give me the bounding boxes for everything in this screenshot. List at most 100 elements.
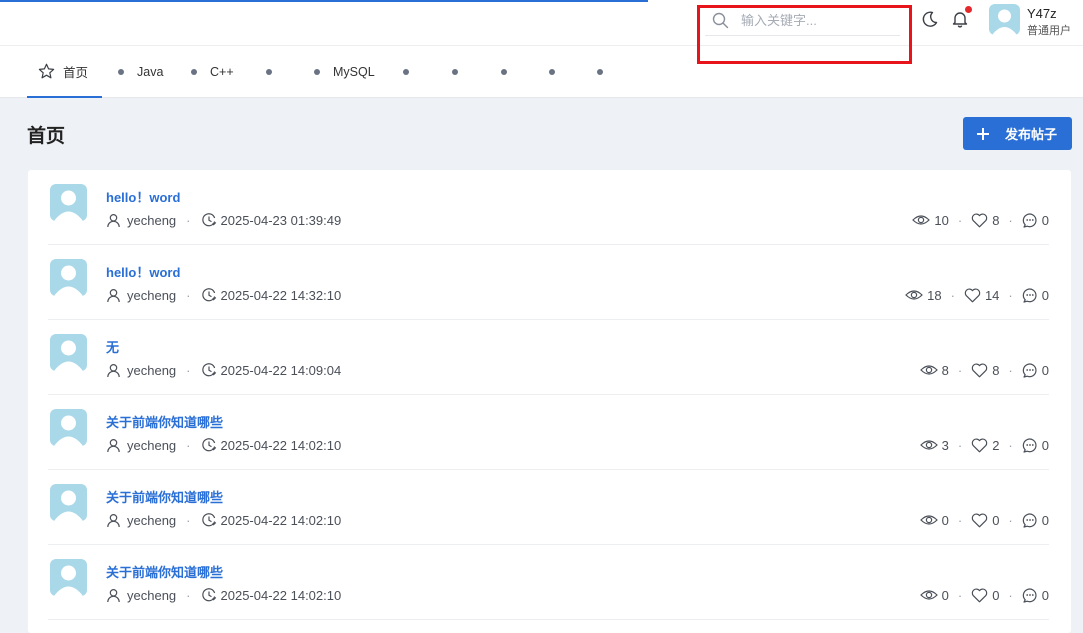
user-icon xyxy=(106,363,121,378)
author-avatar[interactable] xyxy=(50,334,87,371)
author-avatar[interactable] xyxy=(50,259,87,296)
author-avatar[interactable] xyxy=(50,184,87,221)
tab-unnamed-5[interactable] xyxy=(549,46,555,98)
dot-icon xyxy=(549,69,555,75)
comment-icon[interactable] xyxy=(1022,212,1038,228)
dot-icon xyxy=(403,69,409,75)
tab-label: 首页 xyxy=(63,65,89,80)
stats-separator: · xyxy=(957,362,963,378)
dot-icon xyxy=(501,69,507,75)
search-input[interactable] xyxy=(741,13,891,28)
comment-icon[interactable] xyxy=(1022,362,1038,378)
eye-icon xyxy=(919,438,938,452)
page-title: 首页 xyxy=(27,126,66,147)
heart-icon[interactable] xyxy=(971,588,988,603)
author-avatar[interactable] xyxy=(50,484,87,521)
post-title[interactable]: 关于前端你知道哪些 xyxy=(106,412,223,431)
tab-unnamed-1[interactable] xyxy=(266,46,272,98)
dot-icon xyxy=(191,69,197,75)
author-avatar[interactable] xyxy=(50,409,87,446)
post-title[interactable]: 无 xyxy=(106,337,119,356)
post-author[interactable]: yecheng xyxy=(127,438,176,453)
tab-unnamed-6[interactable] xyxy=(597,46,603,98)
post-meta: yecheng · 2025-04-22 14:02:10 xyxy=(106,435,341,455)
comment-icon[interactable] xyxy=(1022,587,1038,603)
author-avatar[interactable] xyxy=(50,559,87,596)
post-stats: 3 · 2 · 0 xyxy=(919,435,1049,455)
eye-icon xyxy=(919,588,938,602)
stats-separator: · xyxy=(957,512,963,528)
post-author[interactable]: yecheng xyxy=(127,363,176,378)
publish-post-button[interactable]: 发布帖子 xyxy=(963,117,1072,150)
meta-separator: · xyxy=(186,287,191,303)
heart-icon[interactable] xyxy=(971,363,988,378)
views-count: 0 xyxy=(941,512,949,528)
likes-count: 14 xyxy=(984,287,1000,303)
meta-separator: · xyxy=(186,587,191,603)
stats-separator: · xyxy=(1008,587,1013,603)
bell-icon[interactable] xyxy=(950,6,972,29)
user-name[interactable]: Y47z xyxy=(1027,6,1057,21)
post-title[interactable]: 关于前端你知道哪些 xyxy=(106,562,223,581)
post-list: hello！word yecheng · 2025-04-23 01:39:49… xyxy=(28,170,1071,633)
post-item: 关于前端你知道哪些 yecheng · 2025-04-22 14:02:10 … xyxy=(48,395,1049,470)
comment-icon[interactable] xyxy=(1022,512,1038,528)
clock-icon xyxy=(201,362,217,378)
post-author[interactable]: yecheng xyxy=(127,213,176,228)
heart-icon[interactable] xyxy=(971,213,988,228)
post-meta: yecheng · 2025-04-23 01:39:49 xyxy=(106,210,341,230)
dot-icon xyxy=(452,69,458,75)
post-author[interactable]: yecheng xyxy=(127,513,176,528)
tab-cpp[interactable]: C++ xyxy=(191,46,234,98)
post-author[interactable]: yecheng xyxy=(127,288,176,303)
meta-separator: · xyxy=(186,362,191,378)
user-icon xyxy=(106,288,121,303)
post-meta: yecheng · 2025-04-22 14:32:10 xyxy=(106,285,341,305)
search-box[interactable] xyxy=(705,6,900,36)
stats-separator: · xyxy=(1008,362,1013,378)
post-item: 关于前端你知道哪些 yecheng · 2025-04-22 14:02:10 … xyxy=(48,545,1049,620)
post-stats: 0 · 0 · 0 xyxy=(919,585,1049,605)
tab-unnamed-4[interactable] xyxy=(501,46,507,98)
post-meta: yecheng · 2025-04-22 14:02:10 xyxy=(106,585,341,605)
post-author[interactable]: yecheng xyxy=(127,588,176,603)
views-count: 0 xyxy=(941,587,949,603)
post-title[interactable]: hello！word xyxy=(106,187,180,206)
tab-label: C++ xyxy=(210,65,234,79)
dot-icon xyxy=(266,69,272,75)
moon-icon[interactable] xyxy=(920,9,940,29)
post-title[interactable]: 关于前端你知道哪些 xyxy=(106,487,223,506)
tab-mysql[interactable]: MySQL xyxy=(314,46,375,98)
tab-unnamed-2[interactable] xyxy=(403,46,409,98)
comments-count: 0 xyxy=(1041,212,1049,228)
post-date: 2025-04-22 14:02:10 xyxy=(220,437,342,453)
user-avatar[interactable] xyxy=(989,4,1020,35)
heart-icon[interactable] xyxy=(971,513,988,528)
views-count: 10 xyxy=(934,212,949,228)
post-stats: 0 · 0 · 0 xyxy=(919,510,1049,530)
post-date: 2025-04-22 14:02:10 xyxy=(220,512,342,528)
comment-icon[interactable] xyxy=(1022,437,1038,453)
heart-icon[interactable] xyxy=(964,288,981,303)
post-item: 无 yecheng · 2025-04-22 14:09:04 8 · 8 · xyxy=(48,320,1049,395)
tab-java[interactable]: Java xyxy=(118,46,163,98)
user-icon xyxy=(106,588,121,603)
post-title[interactable]: hello！word xyxy=(106,262,180,281)
post-date: 2025-04-23 01:39:49 xyxy=(220,212,342,228)
eye-icon xyxy=(919,513,938,527)
heart-icon[interactable] xyxy=(971,438,988,453)
star-icon xyxy=(38,63,55,80)
tab-label: Java xyxy=(137,65,164,79)
post-meta: yecheng · 2025-04-22 14:09:04 xyxy=(106,360,341,380)
post-date: 2025-04-22 14:02:10 xyxy=(220,587,342,603)
comment-icon[interactable] xyxy=(1022,287,1038,303)
top-progress-bar xyxy=(0,0,648,2)
likes-count: 8 xyxy=(992,212,1000,228)
tab-home[interactable]: 首页 xyxy=(27,46,102,98)
likes-count: 0 xyxy=(992,587,1000,603)
search-icon[interactable] xyxy=(709,10,731,32)
user-role: 普通用户 xyxy=(1027,25,1071,37)
stats-separator: · xyxy=(1008,512,1013,528)
tab-unnamed-3[interactable] xyxy=(452,46,458,98)
eye-icon xyxy=(905,288,923,302)
